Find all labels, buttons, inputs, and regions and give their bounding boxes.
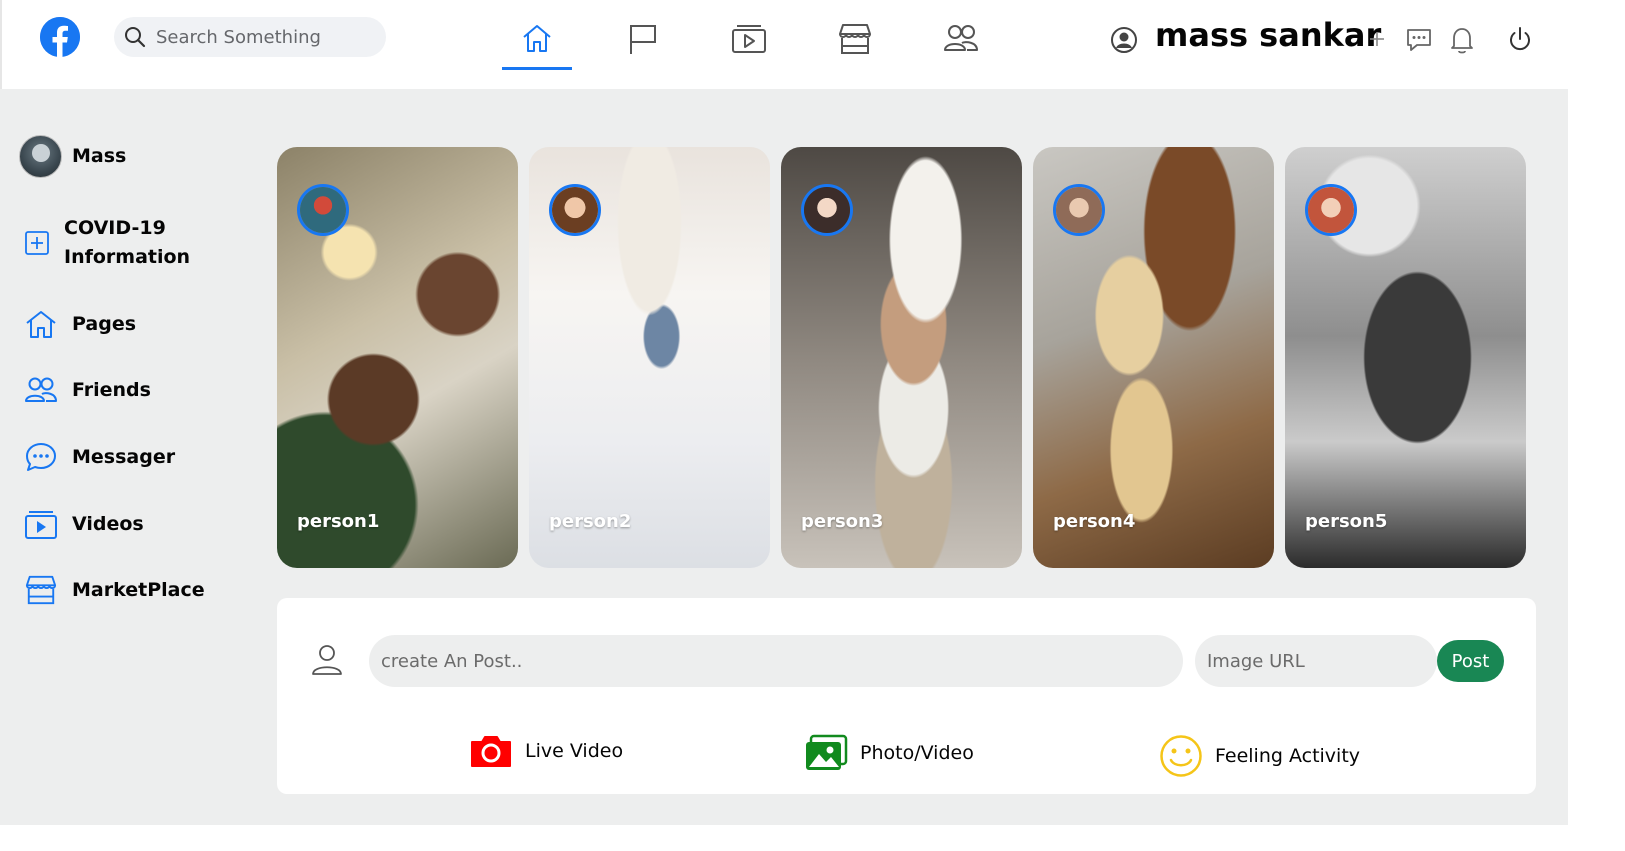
sidebar-item-messager[interactable]: Messager (24, 441, 175, 473)
story-avatar (297, 184, 349, 236)
tab-home[interactable] (502, 14, 572, 70)
sidebar-profile[interactable]: Mass (19, 135, 126, 178)
sidebar-profile-name: Mass (72, 145, 127, 167)
post-button[interactable]: Post (1437, 640, 1504, 682)
action-label: Live Video (525, 740, 624, 762)
tab-pages[interactable] (608, 14, 678, 70)
sidebar-item-label: COVID-19 Information (64, 217, 191, 268)
home-icon (523, 25, 551, 52)
camera-icon (471, 736, 511, 767)
image-url-input[interactable] (1195, 635, 1437, 687)
power-icon[interactable] (1507, 26, 1533, 54)
search-bar[interactable] (114, 17, 386, 57)
header-user-name[interactable]: mass sankar (1155, 16, 1381, 54)
sidebar-item-label: Friends (72, 378, 151, 401)
tab-groups[interactable] (926, 14, 996, 70)
plus-square-icon (25, 231, 49, 255)
friends-icon (25, 377, 57, 402)
sidebar-item-label: Messager (72, 445, 176, 468)
right-margin (1568, 0, 1625, 851)
message-icon[interactable] (1405, 26, 1433, 54)
sidebar-item-pages[interactable]: Pages (24, 308, 136, 340)
story-name: person1 (297, 511, 380, 532)
feeling-activity-button[interactable]: Feeling Activity (1159, 734, 1360, 778)
friends-icon (944, 25, 978, 51)
top-navbar: mass sankar (0, 0, 1568, 89)
avatar (19, 135, 62, 178)
sidebar-item-label: Pages (72, 312, 137, 335)
bell-icon[interactable] (1449, 25, 1475, 55)
search-input[interactable] (156, 26, 366, 48)
story-card[interactable]: person4 (1033, 147, 1274, 568)
facebook-logo-icon[interactable] (40, 17, 80, 57)
sidebar-item-friends[interactable]: Friends (24, 375, 151, 405)
action-label: Photo/Video (860, 742, 974, 764)
sidebar-item-label: Videos (72, 512, 144, 535)
action-label: Feeling Activity (1215, 745, 1361, 767)
plus-icon[interactable] (1368, 30, 1386, 48)
create-post-input[interactable] (369, 635, 1183, 687)
story-name: person4 (1053, 511, 1136, 532)
sidebar-item-label: MarketPlace (72, 578, 205, 601)
photo-video-button[interactable]: Photo/Video (804, 734, 974, 772)
story-name: person3 (801, 511, 884, 532)
tab-marketplace[interactable] (820, 14, 890, 70)
story-avatar (801, 184, 853, 236)
smile-icon (1160, 735, 1202, 777)
store-icon (839, 24, 871, 54)
video-icon (25, 511, 57, 539)
story-avatar (1053, 184, 1105, 236)
story-card[interactable]: person5 (1285, 147, 1526, 568)
story-avatar (1305, 184, 1357, 236)
story-name: person2 (549, 511, 632, 532)
user-icon (312, 645, 342, 675)
post-composer: Post Live Video Photo/Video Feeling Acti… (277, 598, 1536, 794)
story-card[interactable]: person3 (781, 147, 1022, 568)
store-icon (25, 575, 57, 605)
home-icon (26, 311, 56, 338)
tab-watch[interactable] (714, 14, 784, 70)
message-icon (26, 443, 56, 471)
sidebar-item-videos[interactable]: Videos (24, 508, 144, 540)
story-avatar (549, 184, 601, 236)
story-card[interactable]: person2 (529, 147, 770, 568)
flag-icon (630, 25, 656, 54)
story-name: person5 (1305, 511, 1388, 532)
story-card[interactable]: person1 (277, 147, 518, 568)
photo-icon (806, 734, 848, 770)
video-icon (732, 25, 766, 53)
sidebar-item-covid[interactable]: COVID-19 Information (24, 214, 244, 272)
live-video-button[interactable]: Live Video (469, 734, 623, 768)
sidebar-item-marketplace[interactable]: MarketPlace (24, 574, 205, 606)
search-icon (125, 27, 146, 48)
user-circle-icon[interactable] (1110, 26, 1138, 54)
